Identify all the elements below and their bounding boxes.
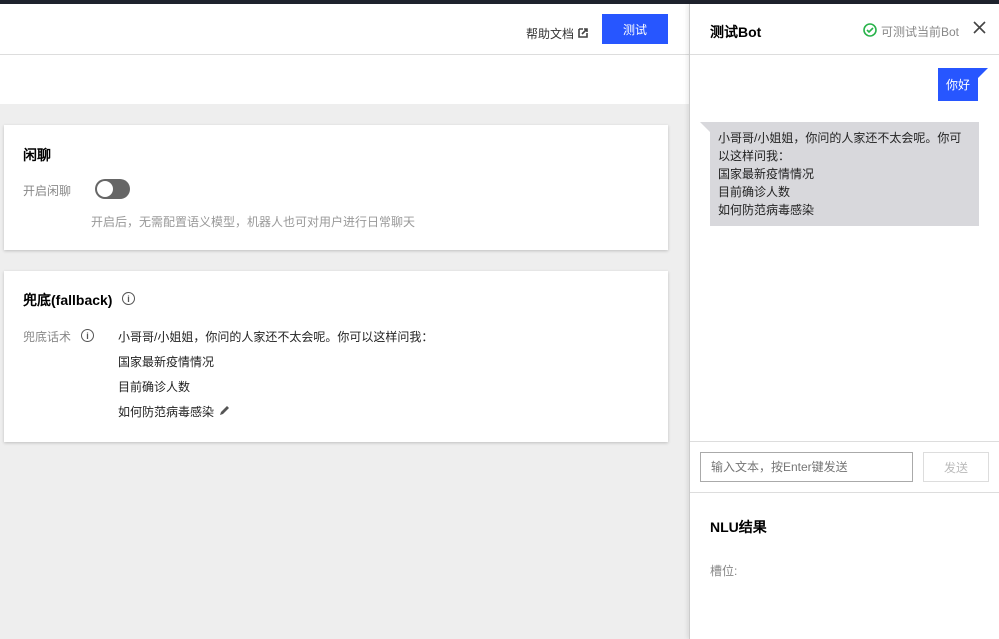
info-icon[interactable]: i xyxy=(81,329,94,342)
chitchat-toggle-label: 开启闲聊 xyxy=(23,184,72,198)
panel-header: 测试Bot 可测试当前Bot xyxy=(690,4,999,55)
chitchat-card: 闲聊 开启闲聊 开启后，无需配置语义模型，机器人也可对用户进行日常聊天 xyxy=(4,125,668,250)
fallback-line: 小哥哥/小姐姐，你问的人家还不太会呢。你可以这样问我： xyxy=(118,330,434,344)
info-icon[interactable]: i xyxy=(122,292,135,305)
bot-message-line: 以这样问我： xyxy=(718,149,791,163)
status-text: 可测试当前Bot xyxy=(881,25,960,39)
bot-message: 小哥哥/小姐姐，你问的人家还不太会呢。你可 以这样问我： 国家最新疫情情况 目前… xyxy=(700,122,979,226)
help-docs-link[interactable]: 帮助文档 xyxy=(526,25,588,42)
fallback-field-label: 兜底话术 xyxy=(23,330,72,344)
bot-message-line: 小哥哥/小姐姐，你问的人家还不太会呢。你可 xyxy=(718,131,962,145)
bot-message-line: 国家最新疫情情况 xyxy=(718,167,815,181)
bot-message-line: 如何防范病毒感染 xyxy=(718,203,815,217)
send-button[interactable]: 发送 xyxy=(923,452,989,482)
edit-pencil-icon[interactable] xyxy=(219,404,231,419)
fallback-line: 目前确诊人数 xyxy=(118,380,191,394)
nlu-title: NLU结果 xyxy=(710,519,767,535)
fallback-line: 国家最新疫情情况 xyxy=(118,355,215,369)
help-docs-label: 帮助文档 xyxy=(526,27,575,41)
test-bot-panel: 测试Bot 可测试当前Bot 你好 小哥哥/小姐姐，你问的人家还不太会呢。你可 … xyxy=(689,4,999,639)
close-icon[interactable] xyxy=(973,21,986,37)
page-header: 帮助文档 测试 xyxy=(0,4,689,55)
chitchat-toggle[interactable] xyxy=(95,179,130,199)
slot-label: 槽位: xyxy=(710,564,738,578)
panel-title: 测试Bot xyxy=(710,24,762,40)
fallback-line: 如何防范病毒感染 xyxy=(118,405,215,419)
sub-header xyxy=(0,55,689,104)
user-message: 你好 xyxy=(937,68,989,101)
message-input[interactable] xyxy=(700,452,913,482)
chitchat-description: 开启后，无需配置语义模型，机器人也可对用户进行日常聊天 xyxy=(91,215,416,229)
chitchat-title: 闲聊 xyxy=(23,147,51,163)
fallback-card: 兜底(fallback) i 兜底话术 i 小哥哥/小姐姐，你问的人家还不太会呢… xyxy=(4,271,668,442)
check-circle-icon xyxy=(863,23,877,40)
divider xyxy=(690,492,999,493)
fallback-title: 兜底(fallback) xyxy=(23,292,113,308)
bot-message-line: 目前确诊人数 xyxy=(718,185,791,199)
divider xyxy=(690,441,999,442)
test-button[interactable]: 测试 xyxy=(602,14,668,44)
external-link-icon xyxy=(578,27,588,41)
